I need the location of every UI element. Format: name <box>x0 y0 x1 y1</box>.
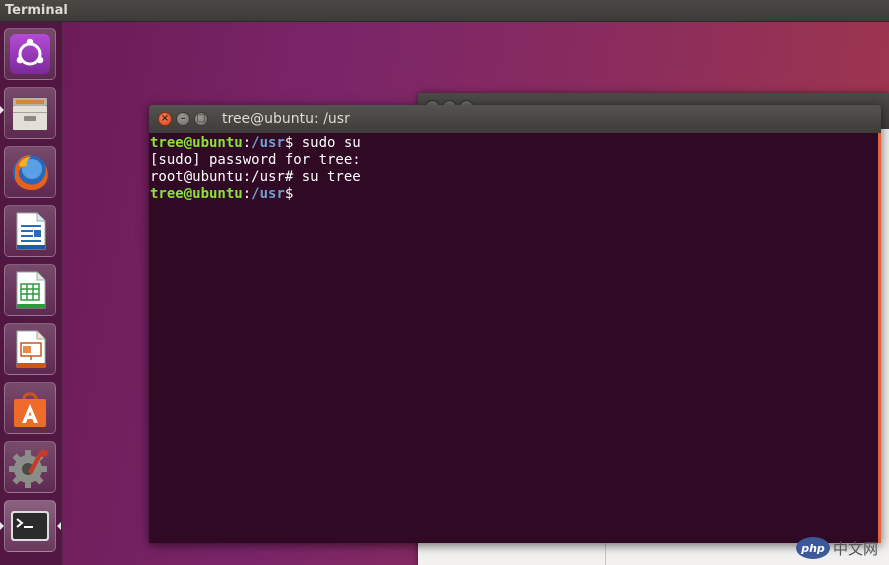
terminal-window[interactable]: × – □ tree@ubuntu: /usr tree@ubuntu:/usr… <box>149 105 881 543</box>
launcher-settings-button[interactable] <box>4 441 56 493</box>
launcher-software-center-button[interactable] <box>4 382 56 434</box>
launcher-calc-button[interactable] <box>4 264 56 316</box>
launcher-dash-button[interactable] <box>4 28 56 80</box>
close-button[interactable]: × <box>158 112 172 126</box>
software-center-icon <box>14 392 46 427</box>
close-icon: × <box>160 113 170 124</box>
minimize-icon: – <box>180 113 186 124</box>
launcher-writer-button[interactable] <box>4 205 56 257</box>
terminal-line: root@ubuntu:/usr# su tree <box>150 169 361 185</box>
watermark-text: 中文网 <box>833 539 879 558</box>
libreoffice-impress-icon <box>16 330 46 368</box>
maximize-button[interactable]: □ <box>194 112 208 126</box>
maximize-icon: □ <box>196 113 206 124</box>
libreoffice-writer-icon <box>16 212 46 250</box>
launcher-files-button[interactable] <box>4 87 56 139</box>
watermark: php 中文网 <box>796 535 889 561</box>
files-icon <box>13 98 47 130</box>
launcher-firefox-button[interactable] <box>4 146 56 198</box>
minimize-button[interactable]: – <box>176 112 190 126</box>
terminal-line: tree@ubuntu:/usr$ <box>150 186 294 202</box>
terminal-output[interactable]: tree@ubuntu:/usr$ sudo su [sudo] password… <box>149 133 881 543</box>
terminal-line: [sudo] password for tree: <box>150 152 361 168</box>
launcher-terminal-button[interactable] <box>4 500 56 552</box>
active-app-title: Terminal <box>5 3 68 18</box>
terminal-line: tree@ubuntu:/usr$ sudo su <box>150 135 361 151</box>
focused-indicator-icon <box>57 522 61 530</box>
top-panel: Terminal <box>0 0 889 22</box>
system-settings-icon <box>9 449 48 488</box>
terminal-titlebar[interactable]: × – □ tree@ubuntu: /usr <box>149 105 881 133</box>
terminal-icon <box>11 511 49 541</box>
firefox-icon <box>13 155 48 191</box>
dash-home-icon <box>10 34 50 74</box>
terminal-text: tree@ubuntu:/usr$ sudo su [sudo] password… <box>150 135 361 203</box>
php-logo: php <box>796 537 830 559</box>
scrollbar[interactable] <box>878 133 881 543</box>
launcher <box>0 22 63 565</box>
libreoffice-calc-icon <box>16 271 46 309</box>
launcher-impress-button[interactable] <box>4 323 56 375</box>
window-title: tree@ubuntu: /usr <box>222 111 350 127</box>
